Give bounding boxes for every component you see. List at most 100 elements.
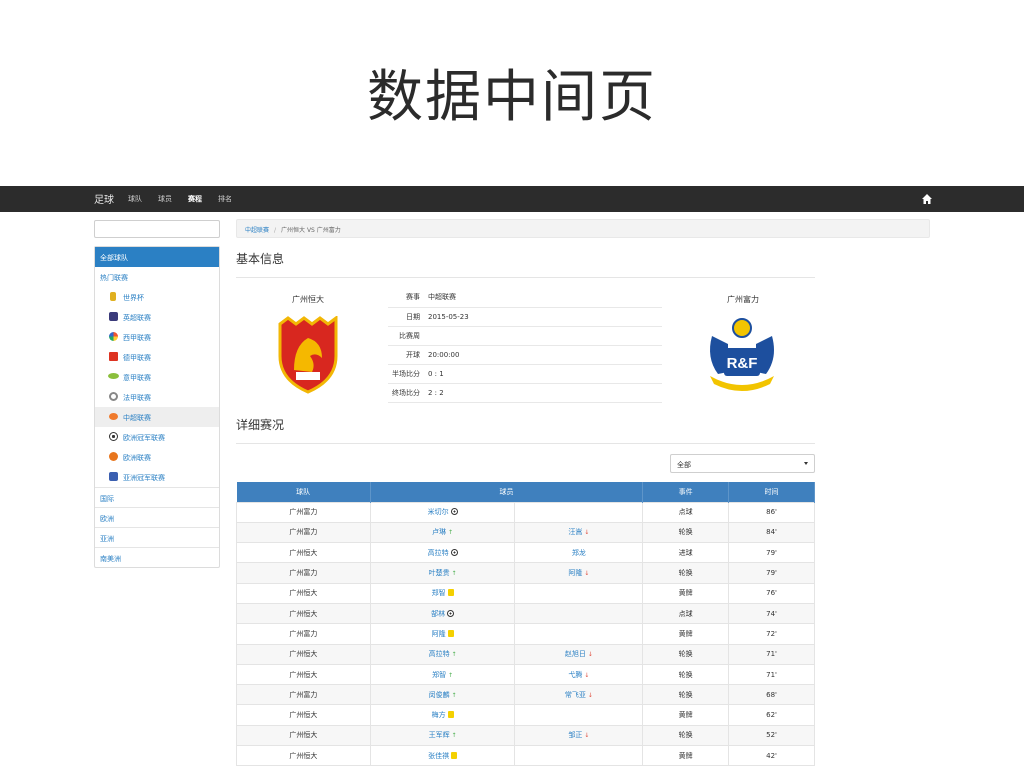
cell-player-2[interactable]: 阿隆 ↓ [514, 562, 644, 584]
nav-item-schedule[interactable]: 赛程 [188, 194, 202, 204]
cell-player-text[interactable]: 郑智 [432, 589, 446, 597]
cell-player-text[interactable]: 高拉特 [428, 549, 449, 557]
ball-icon [447, 609, 455, 617]
cell-event-text: 轮换 [678, 650, 693, 659]
cell-player-text[interactable]: 张佳祺 [428, 752, 449, 760]
cell-player[interactable]: 闵俊麟 ↑ [369, 684, 516, 706]
cell-team-text: 广州恒大 [289, 751, 318, 760]
cell-player-2-text[interactable]: 郑龙 [572, 549, 586, 557]
cell-player[interactable]: 郜林 [369, 602, 516, 625]
sidebar-item-serie-a[interactable]: 意甲联赛 [95, 367, 219, 387]
breadcrumb-current: 广州恒大 VS 广州富力 [281, 227, 341, 234]
cell-player-2[interactable]: 郑龙 [514, 542, 644, 564]
cell-player-text[interactable]: 卢琳 [432, 528, 446, 536]
cell-team-text: 广州恒大 [289, 650, 318, 659]
sidebar-item-champions-league[interactable]: 欧洲冠军联赛 [95, 427, 219, 447]
cell-event-text: 黄牌 [678, 589, 693, 598]
nav-item-teams[interactable]: 球队 [128, 194, 142, 204]
sidebar-item-premier-league[interactable]: 英超联赛 [95, 307, 219, 327]
cell-player-text[interactable]: 郜林 [431, 610, 445, 618]
table-row: 广州富力 叶楚贵 ↑ 阿隆 ↓ 轮换 79' [236, 562, 815, 584]
sidebar-item-europa-league[interactable]: 欧洲联赛 [95, 447, 219, 467]
sidebar-item-international[interactable]: 国际 [95, 487, 219, 507]
sidebar-item-label: 意甲联赛 [123, 374, 151, 382]
info-value: 2015-05-23 [428, 312, 469, 321]
cell-event: 轮换 [642, 562, 730, 584]
info-key: 终场比分 [392, 388, 420, 397]
cell-player-2[interactable]: 邹正 ↓ [514, 724, 644, 747]
info-key: 赛事 [406, 293, 420, 302]
cell-player-text[interactable]: 闵俊麟 [429, 691, 450, 699]
cell-player-2-text[interactable]: 阿隆 [568, 569, 582, 577]
search-input[interactable] [94, 220, 220, 238]
cell-team-text: 广州富力 [289, 508, 318, 517]
breadcrumb-separator: / [274, 227, 277, 234]
sub-in-icon: ↑ [449, 691, 457, 699]
cell-player-2-text[interactable]: 邹正 [568, 731, 582, 739]
info-key: 比赛周 [399, 331, 420, 340]
sidebar-item-ligue-1[interactable]: 法甲联赛 [95, 387, 219, 407]
cell-player[interactable]: 高拉特 [369, 542, 516, 564]
sidebar-item-south-america[interactable]: 南美洲 [95, 547, 219, 567]
brand-link[interactable]: 足球 [94, 191, 114, 206]
cell-team-text: 广州恒大 [289, 609, 318, 618]
cell-player-2 [514, 602, 644, 625]
cell-player[interactable]: 郑智 ↑ [369, 663, 516, 686]
home-team-name: 广州恒大 [292, 295, 324, 304]
table-row: 广州恒大 高拉特 郑龙 进球 79' [236, 542, 815, 564]
cell-player[interactable]: 张佳祺 [369, 745, 516, 767]
cell-player-text[interactable]: 阿隆 [432, 630, 446, 638]
cell-time: 74' [728, 602, 815, 625]
cell-player[interactable]: 卢琳 ↑ [369, 521, 516, 544]
home-icon[interactable] [921, 193, 933, 205]
table-row: 广州恒大 郑智 ↑ 弋腾 ↓ 轮换 71' [236, 663, 815, 686]
cell-player-text[interactable]: 米切尔 [428, 508, 449, 516]
cell-player[interactable]: 米切尔 [369, 501, 516, 523]
ball-icon [450, 508, 458, 516]
cell-player[interactable]: 阿隆 [369, 623, 516, 645]
cell-event-text: 黄牌 [678, 629, 693, 638]
cell-player[interactable]: 叶楚贵 ↑ [369, 562, 516, 584]
sidebar-item-all-teams[interactable]: 全部球队 [95, 247, 219, 267]
cell-time-text: 68' [766, 690, 777, 699]
sub-out-icon: ↓ [582, 671, 590, 679]
table-row: 广州恒大 王军辉 ↑ 邹正 ↓ 轮换 52' [236, 724, 815, 747]
sidebar-item-csl[interactable]: 中超联赛 [95, 407, 219, 427]
cell-player-2[interactable]: 赵旭日 ↓ [514, 643, 644, 665]
cell-player-2[interactable]: 汪嵩 ↓ [514, 521, 644, 544]
cell-time: 86' [728, 501, 815, 523]
cell-event-text: 轮换 [678, 528, 693, 537]
sidebar-item-la-liga[interactable]: 西甲联赛 [95, 327, 219, 347]
cell-player[interactable]: 郑智 [369, 582, 516, 604]
nav-item-players[interactable]: 球员 [158, 194, 172, 204]
cell-player-text[interactable]: 王军辉 [429, 731, 450, 739]
cell-team: 广州恒大 [236, 704, 371, 726]
sidebar-item-bundesliga[interactable]: 德甲联赛 [95, 347, 219, 367]
sidebar-item-asia[interactable]: 亚洲 [95, 527, 219, 547]
cell-player-text[interactable]: 梅方 [432, 711, 446, 719]
cell-team: 广州富力 [236, 501, 371, 523]
info-row: 日期 2015-05-23 [388, 307, 662, 326]
cell-player-2[interactable]: 弋腾 ↓ [514, 663, 644, 686]
cell-player[interactable]: 梅方 [369, 704, 516, 726]
cell-player-text[interactable]: 郑智 [432, 671, 446, 679]
cell-player-text[interactable]: 高拉特 [429, 650, 450, 658]
cell-player-text[interactable]: 叶楚贵 [429, 569, 450, 577]
sidebar-item-afc-champions[interactable]: 亚洲冠军联赛 [95, 467, 219, 487]
cell-team: 广州恒大 [236, 663, 371, 686]
breadcrumb-link-league[interactable]: 中超联赛 [245, 227, 269, 234]
nav-item-ranking[interactable]: 排名 [218, 194, 232, 204]
cell-player[interactable]: 王军辉 ↑ [369, 724, 516, 747]
event-filter-select[interactable]: 全部 [670, 454, 815, 473]
sidebar-item-world-cup[interactable]: 世界杯 [95, 287, 219, 307]
europa-league-icon [109, 452, 118, 461]
sidebar-hot-leagues-label[interactable]: 热门联赛 [95, 267, 219, 287]
sidebar-item-europe[interactable]: 欧洲 [95, 507, 219, 527]
col-header-event: 事件 [642, 482, 730, 502]
cell-player-2-text[interactable]: 弋腾 [568, 671, 582, 679]
cell-player-2-text[interactable]: 赵旭日 [565, 650, 586, 658]
cell-player-2[interactable]: 常飞亚 ↓ [514, 684, 644, 706]
cell-player-2-text[interactable]: 汪嵩 [568, 528, 582, 536]
cell-player[interactable]: 高拉特 ↑ [369, 643, 516, 665]
cell-player-2-text[interactable]: 常飞亚 [565, 691, 586, 699]
